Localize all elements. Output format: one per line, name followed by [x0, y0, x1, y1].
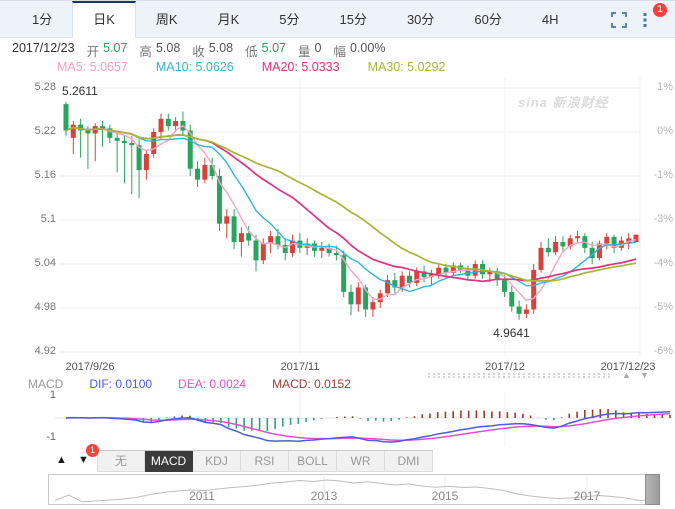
- tab-kdj[interactable]: KDJ: [193, 451, 241, 472]
- high-annotation: 5.2611: [62, 84, 98, 98]
- indicator-badge[interactable]: 1: [86, 444, 99, 457]
- field-low-label: 低: [245, 41, 258, 57]
- field-high: 高5.08: [139, 41, 180, 57]
- field-change-label: 幅: [333, 41, 346, 57]
- indicator-tabbar: ▲ ▼ 1 无MACDKDJRSIBOLLWRDMI: [48, 450, 661, 472]
- field-close-value: 5.08: [209, 41, 233, 57]
- ma30-legend: MA30: 5.0292: [368, 60, 446, 75]
- kebab-menu-icon[interactable]: [643, 12, 647, 28]
- year-label-2015: 2015: [420, 489, 470, 503]
- dea-value: DEA: 0.0024: [178, 377, 246, 391]
- pane-collapse-down-icon[interactable]: ▼: [640, 370, 649, 380]
- ma-legend: MA5: 5.0657 MA10: 5.0626 MA20: 5.0333 MA30:…: [57, 60, 445, 75]
- tab-daily-k[interactable]: 日K: [72, 1, 136, 38]
- quote-date: 2017/12/23: [12, 41, 75, 57]
- tab-4h[interactable]: 4H: [522, 1, 579, 38]
- indicator-down-icon[interactable]: ▼: [78, 454, 89, 466]
- field-volume: 量0: [298, 41, 321, 57]
- macd-axis-bottom: -1: [32, 431, 56, 443]
- field-close-label: 收: [192, 41, 205, 57]
- price-label-5.28: 5.28: [0, 81, 56, 94]
- notification-badge[interactable]: 1: [653, 3, 667, 17]
- percent-label--1%: -1%: [641, 169, 673, 182]
- price-label-5.04: 5.04: [0, 257, 56, 270]
- tab-dmi[interactable]: DMI: [385, 451, 433, 472]
- macd-chart[interactable]: [0, 390, 675, 449]
- field-high-label: 高: [139, 41, 152, 57]
- price-label-4.92: 4.92: [0, 345, 56, 358]
- tab-60min[interactable]: 60分: [454, 1, 521, 38]
- percent-label--6%: -6%: [641, 345, 673, 358]
- ma10-legend: MA10: 5.0626: [156, 60, 234, 75]
- date-label-2017/11: 2017/11: [258, 361, 342, 374]
- field-open: 开5.07: [87, 41, 128, 57]
- percent-label--3%: -3%: [641, 213, 673, 226]
- tab-15min[interactable]: 15分: [319, 1, 386, 38]
- price-label-4.98: 4.98: [0, 301, 56, 314]
- macd-axis-top: 1: [32, 389, 56, 401]
- tab-boll[interactable]: BOLL: [289, 451, 337, 472]
- field-change: 幅0.00%: [333, 41, 385, 57]
- period-tabbar: 1分日K周K月K5分15分30分60分4H 1: [0, 0, 675, 38]
- year-label-2013: 2013: [299, 489, 349, 503]
- candlestick-chart[interactable]: [0, 76, 675, 364]
- kline-chart-app: 1分日K周K月K5分15分30分60分4H 1 2017/12/23 开5.07…: [0, 0, 675, 509]
- pane-resize-handle[interactable]: [428, 373, 610, 379]
- quote-fields: 开5.07高5.08收5.08低5.07量0幅0.00%: [87, 41, 386, 57]
- pane-collapse-up-icon[interactable]: ▲: [622, 370, 631, 380]
- field-volume-value: 0: [315, 41, 322, 57]
- macd-legend: MACD DIF: 0.0100 DEA: 0.0024 MACD: 0.015…: [28, 377, 351, 391]
- year-label-2011: 2011: [177, 489, 227, 503]
- quote-summary: 2017/12/23 开5.07高5.08收5.08低5.07量0幅0.00%: [12, 41, 385, 57]
- field-high-value: 5.08: [156, 41, 180, 57]
- low-annotation: 4.9641: [493, 326, 530, 340]
- tab-wr[interactable]: WR: [337, 451, 385, 472]
- tab-rsi[interactable]: RSI: [241, 451, 289, 472]
- tab-macd[interactable]: MACD: [145, 451, 193, 472]
- tab-monthly-k[interactable]: 月K: [198, 1, 260, 38]
- field-open-label: 开: [87, 41, 100, 57]
- tab-5min[interactable]: 5分: [259, 1, 319, 38]
- percent-label--4%: -4%: [641, 257, 673, 270]
- dif-value: DIF: 0.0100: [89, 377, 152, 391]
- tab-none[interactable]: 无: [97, 451, 145, 472]
- price-label-5.1: 5.1: [0, 213, 56, 226]
- percent-label-1%: 1%: [641, 81, 673, 94]
- field-open-value: 5.07: [103, 41, 127, 57]
- field-change-value: 0.00%: [350, 41, 385, 57]
- field-low-value: 5.07: [262, 41, 286, 57]
- percent-label-0%: 0%: [641, 125, 673, 138]
- price-label-5.22: 5.22: [0, 125, 56, 138]
- tab-30min[interactable]: 30分: [387, 1, 454, 38]
- ma20-legend: MA20: 5.0333: [262, 60, 340, 75]
- tab-weekly-k[interactable]: 周K: [136, 1, 198, 38]
- navigator-scrollbar-thumb[interactable]: [645, 474, 660, 505]
- field-low: 低5.07: [245, 41, 286, 57]
- fullscreen-icon[interactable]: [611, 12, 627, 28]
- percent-label--5%: -5%: [641, 301, 673, 314]
- indicator-tabs: 无MACDKDJRSIBOLLWRDMI: [97, 450, 433, 472]
- macd-value: MACD: 0.0152: [272, 377, 351, 391]
- price-label-5.16: 5.16: [0, 169, 56, 182]
- date-label-2017/9/26: 2017/9/26: [48, 361, 132, 374]
- tab-1min[interactable]: 1分: [12, 1, 72, 38]
- field-volume-label: 量: [298, 41, 311, 57]
- ma5-legend: MA5: 5.0657: [57, 60, 128, 75]
- indicator-up-icon[interactable]: ▲: [56, 454, 67, 466]
- field-close: 收5.08: [192, 41, 233, 57]
- year-label-2017: 2017: [562, 489, 612, 503]
- period-tabs: 1分日K周K月K5分15分30分60分4H: [12, 1, 579, 38]
